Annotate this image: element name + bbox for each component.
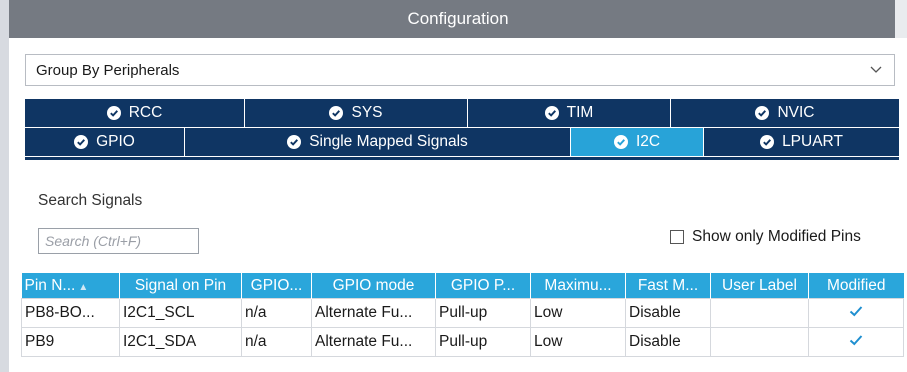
check-circle-icon — [544, 106, 559, 120]
tab-label: LPUART — [782, 133, 843, 150]
tab-tim[interactable]: TIM — [467, 99, 670, 127]
column-header-signal[interactable]: Signal on Pin — [119, 273, 242, 299]
configuration-panel: Configuration Group By Peripherals RCC S… — [9, 0, 907, 372]
check-circle-icon — [74, 135, 89, 149]
tab-row-1: RCC SYS TIM NVIC — [25, 99, 899, 127]
tab-label: SYS — [351, 104, 383, 121]
cell-signal: I2C1_SCL — [119, 298, 242, 328]
column-header-pin-name[interactable]: Pin N... ▲ — [21, 273, 120, 299]
checkmark-icon — [849, 334, 863, 345]
search-signals-label: Search Signals — [38, 192, 143, 209]
signals-table: Pin N... ▲ Signal on Pin GPIO... GPIO mod… — [21, 273, 904, 357]
group-by-dropdown[interactable]: Group By Peripherals — [25, 54, 895, 86]
show-only-modified-checkbox[interactable] — [670, 230, 684, 244]
cell-gpio-mode: Alternate Fu... — [311, 327, 436, 357]
tab-rcc[interactable]: RCC — [25, 99, 244, 127]
table-header-row: Pin N... ▲ Signal on Pin GPIO... GPIO mod… — [21, 273, 904, 299]
column-header-fast-mode[interactable]: Fast M... — [625, 273, 711, 299]
check-circle-icon — [760, 135, 775, 149]
tab-nvic[interactable]: NVIC — [670, 99, 899, 127]
check-circle-icon — [106, 106, 121, 120]
tab-row-2: GPIO Single Mapped Signals I2C LPUART — [25, 127, 899, 156]
cell-gpio-output: n/a — [241, 298, 312, 328]
cell-modified[interactable] — [808, 298, 904, 328]
table-row[interactable]: PB9 I2C1_SDA n/a Alternate Fu... Pull-up… — [21, 327, 904, 357]
cell-user-label[interactable] — [710, 327, 809, 357]
column-header-gpio-output[interactable]: GPIO... — [241, 273, 312, 299]
column-header-modified[interactable]: Modified — [808, 273, 904, 299]
tab-lpuart[interactable]: LPUART — [703, 128, 899, 156]
tab-label: TIM — [566, 104, 594, 121]
tab-label: GPIO — [96, 133, 135, 150]
column-header-gpio-mode[interactable]: GPIO mode — [311, 273, 436, 299]
cell-pin: PB9 — [21, 327, 120, 357]
check-circle-icon — [287, 135, 302, 149]
left-panel-edge — [0, 0, 9, 372]
column-header-max-speed[interactable]: Maximu... — [530, 273, 626, 299]
tab-label: I2C — [635, 133, 661, 150]
cell-gpio-pull: Pull-up — [435, 298, 531, 328]
cell-fast-mode: Disable — [625, 327, 711, 357]
cell-max-speed: Low — [530, 327, 626, 357]
peripheral-tabs: RCC SYS TIM NVIC GPIO Single Mapped Sign… — [25, 99, 899, 156]
tab-label: NVIC — [777, 104, 815, 121]
cell-max-speed: Low — [530, 298, 626, 328]
cell-pin: PB8-BO... — [21, 298, 120, 328]
search-signals-input[interactable] — [38, 228, 199, 254]
show-only-modified-toggle[interactable]: Show only Modified Pins — [670, 228, 861, 246]
tab-label: RCC — [128, 104, 163, 121]
chevron-down-icon — [870, 66, 882, 73]
panel-title-bar: Configuration — [9, 0, 907, 38]
panel-title: Configuration — [407, 9, 509, 28]
cell-gpio-pull: Pull-up — [435, 327, 531, 357]
group-by-value: Group By Peripherals — [36, 61, 180, 79]
cell-user-label[interactable] — [710, 298, 809, 328]
check-circle-icon — [329, 106, 344, 120]
show-only-modified-label: Show only Modified Pins — [692, 228, 861, 245]
cell-signal: I2C1_SDA — [119, 327, 242, 357]
table-row[interactable]: PB8-BO... I2C1_SCL n/a Alternate Fu... P… — [21, 298, 904, 328]
sort-ascending-icon[interactable]: ▲ — [78, 282, 88, 293]
checkmark-icon — [849, 305, 863, 316]
tab-i2c[interactable]: I2C — [570, 128, 703, 156]
check-circle-icon — [755, 106, 770, 120]
cell-gpio-output: n/a — [241, 327, 312, 357]
check-circle-icon — [613, 135, 628, 149]
column-header-gpio-pull[interactable]: GPIO P... — [435, 273, 531, 299]
tab-sys[interactable]: SYS — [244, 99, 467, 127]
tab-single-mapped-signals[interactable]: Single Mapped Signals — [184, 128, 570, 156]
cell-gpio-mode: Alternate Fu... — [311, 298, 436, 328]
tab-panel-underline — [25, 157, 899, 160]
tab-gpio[interactable]: GPIO — [25, 128, 184, 156]
tab-label: Single Mapped Signals — [309, 133, 468, 150]
column-header-user-label[interactable]: User Label — [710, 273, 809, 299]
cell-fast-mode: Disable — [625, 298, 711, 328]
cell-modified[interactable] — [808, 327, 904, 357]
